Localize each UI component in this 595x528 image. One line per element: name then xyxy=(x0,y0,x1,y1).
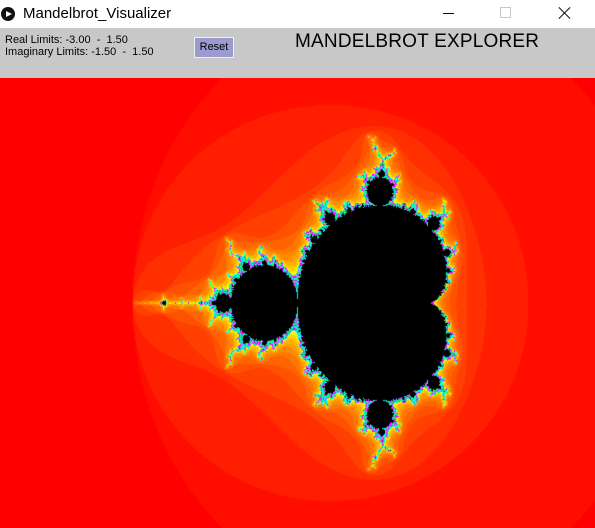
play-circle-icon xyxy=(1,7,15,21)
imaginary-limits-label: Imaginary Limits: -1.50 - 1.50 xyxy=(5,46,154,58)
maximize-icon xyxy=(500,7,511,18)
reset-button[interactable]: Reset xyxy=(194,37,234,58)
close-button[interactable] xyxy=(541,0,587,28)
mandelbrot-canvas[interactable] xyxy=(0,78,595,528)
real-limits-label: Real Limits: -3.00 - 1.50 xyxy=(5,34,128,46)
minimize-button[interactable] xyxy=(428,0,474,28)
window-titlebar[interactable]: Mandelbrot_Visualizer xyxy=(0,0,595,28)
window-title: Mandelbrot_Visualizer xyxy=(23,5,172,22)
minimize-icon xyxy=(443,13,454,14)
explorer-title: MANDELBROT EXPLORER xyxy=(295,31,540,52)
maximize-button[interactable] xyxy=(484,0,530,28)
control-panel: Real Limits: -3.00 - 1.50 Imaginary Limi… xyxy=(0,28,595,78)
close-icon xyxy=(558,6,570,20)
